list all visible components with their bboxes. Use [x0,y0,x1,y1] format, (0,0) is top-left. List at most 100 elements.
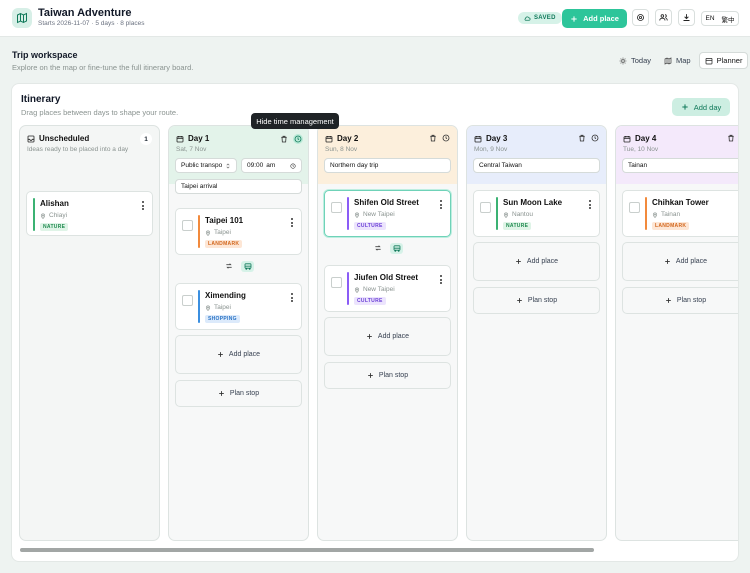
settings-button[interactable] [632,9,649,26]
download-button[interactable] [678,9,695,26]
place-location: New Taipei [354,211,395,218]
shuffle-icon[interactable] [374,244,382,252]
place-card-jiufen-old-street[interactable]: Jiufen Old Street New Taipei CULTURE [324,265,451,312]
day-title-text: Day 3 [486,134,508,143]
bus-icon[interactable] [390,242,403,254]
clock-icon[interactable] [442,134,450,142]
category-bar [645,197,647,230]
place-location-text: New Taipei [363,211,395,218]
sun-icon [619,57,627,65]
itinerary-title: Itinerary [21,94,61,105]
checkbox[interactable] [331,202,342,213]
place-location-text: Nantou [512,211,533,218]
start-time-input[interactable]: 09:00 am [241,158,302,173]
day-note-input[interactable]: Central Taiwan [473,158,600,173]
dots-icon[interactable] [291,293,293,304]
place-name: Taipei 101 [205,216,244,225]
lang-en[interactable]: EN [705,15,714,22]
transit-connector [374,242,403,254]
trash-icon[interactable] [280,135,288,143]
day-note-input[interactable]: Northern day trip [324,158,451,173]
category-badge: NATURE [40,223,69,231]
checkbox[interactable] [480,202,491,213]
day-note-input[interactable]: Taipei arrival [175,179,302,194]
inbox-icon [27,135,35,143]
dots-icon[interactable] [440,275,442,286]
trash-icon[interactable] [727,134,735,142]
category-bar [33,198,35,231]
view-map-button[interactable]: Map [659,52,696,69]
add-day-button[interactable]: Add day [672,98,730,116]
add-place-button[interactable]: Add place [562,9,627,28]
place-card-ximending[interactable]: Ximending Taipei SHOPPING [175,283,302,330]
plan-stop-slot-label: Plan stop [229,390,260,397]
add-place-slot[interactable]: Add place [175,335,302,374]
plus-icon [516,297,523,304]
pin-icon [40,213,46,219]
dots-icon[interactable] [440,200,442,211]
plus-icon [665,297,672,304]
plan-stop-slot[interactable]: Plan stop [473,287,600,314]
trash-icon[interactable] [429,134,437,142]
app-title: Taiwan Adventure [38,7,132,19]
dots-icon[interactable] [142,201,144,212]
plan-stop-slot[interactable]: Plan stop [324,362,451,389]
map-view-icon [664,56,672,65]
day-title-text: Day 2 [337,134,359,143]
checkbox[interactable] [629,202,640,213]
plan-stop-slot[interactable]: Plan stop [175,380,302,407]
place-name: Sun Moon Lake [503,198,563,207]
plan-stop-slot[interactable]: Plan stop [622,287,738,314]
calendar-icon [176,135,184,143]
checkbox[interactable] [331,277,342,288]
add-place-slot-label: Add place [377,333,410,340]
day-date: Sat, 7 Nov [176,146,207,153]
place-card-taipei-101[interactable]: Taipei 101 Taipei LANDMARK [175,208,302,255]
bus-icon[interactable] [241,260,254,272]
day-note-input[interactable]: Tainan [622,158,738,173]
itinerary-board: Itinerary Drag places between days to sh… [11,83,739,562]
lang-zh[interactable]: 繁中 [722,14,735,24]
day-column-4: Day 4 Tue, 10 Nov Tainan Chihkan Tower T… [615,125,739,541]
add-place-slot[interactable]: Add place [622,242,738,281]
place-card-chihkan-tower[interactable]: Chihkan Tower Tainan LANDMARK [622,190,739,237]
category-bar [347,197,349,230]
category-badge: CULTURE [354,297,386,305]
clock-icon[interactable] [293,134,303,144]
clock-icon[interactable] [591,134,599,142]
place-card-sun-moon-lake[interactable]: Sun Moon Lake Nantou NATURE [473,190,600,237]
share-button[interactable] [655,9,672,26]
day-date: Mon, 9 Nov [474,146,508,153]
users-icon [659,13,668,22]
place-card-alishan[interactable]: Alishan Chiayi NATURE [26,191,153,236]
transport-select[interactable]: Public transpo [175,158,237,173]
dots-icon[interactable] [738,200,739,211]
chevron-icon [225,163,231,169]
category-badge: LANDMARK [205,240,243,248]
calendar-icon [623,135,631,143]
pin-icon [354,212,360,218]
place-location-text: Tainan [661,211,681,218]
checkbox[interactable] [182,295,193,306]
view-today-button[interactable]: Today [614,52,656,69]
place-card-shifen-old-street[interactable]: Shifen Old Street New Taipei CULTURE [324,190,451,237]
view-planner-button[interactable]: Planner [698,52,749,69]
view-map-label: Map [676,56,691,65]
unscheduled-label: Unscheduled [39,134,90,143]
day-date: Sun, 8 Nov [325,146,358,153]
app-header: Taiwan Adventure Starts 2026-11-07 · 5 d… [0,0,750,37]
shuffle-icon[interactable] [225,262,233,270]
pin-icon [354,287,360,293]
language-switcher[interactable]: EN 繁中 [701,11,739,26]
add-place-slot[interactable]: Add place [473,242,600,281]
horizontal-scrollbar[interactable] [20,548,594,552]
dots-icon[interactable] [291,218,293,229]
day-actions [280,134,303,144]
add-place-slot-label: Add place [675,258,708,265]
add-place-slot[interactable]: Add place [324,317,451,356]
day-title: Day 1 [176,134,209,143]
trash-icon[interactable] [578,134,586,142]
dots-icon[interactable] [589,200,591,211]
checkbox[interactable] [182,220,193,231]
place-location: Taipei [205,229,231,236]
